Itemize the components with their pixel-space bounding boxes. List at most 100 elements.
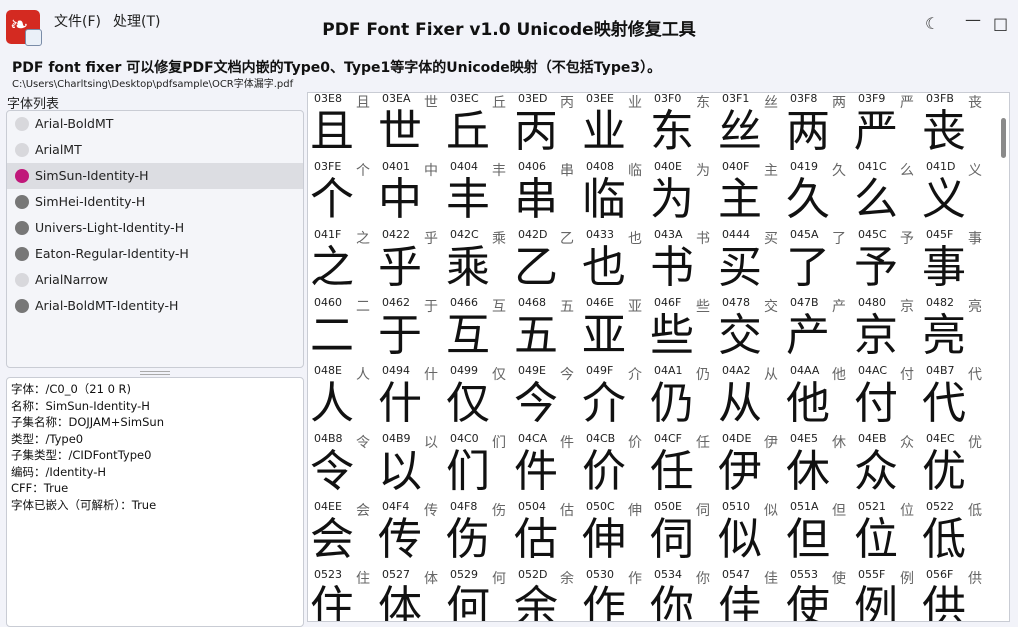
glyph-cell[interactable]: 0406 串串 — [512, 160, 580, 229]
glyph-cell[interactable]: 03F0 东东 — [648, 93, 716, 161]
glyph-cell[interactable]: 04B7 代代 — [920, 364, 988, 433]
font-list-item[interactable]: Eaton-Regular-Identity-H — [7, 241, 303, 267]
glyph-cell[interactable]: 03F1 丝丝 — [716, 93, 784, 161]
glyph-cell[interactable]: 045A 了了 — [784, 228, 852, 297]
font-list-item[interactable]: SimHei-Identity-H — [7, 189, 303, 215]
glyph-cell[interactable]: 0527 体体 — [376, 568, 444, 621]
glyph-cell[interactable]: 04A2 从从 — [716, 364, 784, 433]
font-list-item[interactable]: ArialNarrow — [7, 267, 303, 293]
glyph-cell[interactable]: 0466 互互 — [444, 296, 512, 365]
glyph-cell[interactable]: 04B9 以以 — [376, 432, 444, 501]
glyph-cell[interactable]: 04EE 会会 — [308, 500, 376, 569]
glyph-cell[interactable]: 049F 介介 — [580, 364, 648, 433]
glyph-cell[interactable]: 0530 作作 — [580, 568, 648, 621]
glyph-cell[interactable]: 04A1 仍仍 — [648, 364, 716, 433]
glyph-cell[interactable]: 041D 义义 — [920, 160, 988, 229]
glyph-cell[interactable]: 0462 于于 — [376, 296, 444, 365]
glyph-render: 丰 — [446, 174, 490, 225]
glyph-cell[interactable]: 03FE 个个 — [308, 160, 376, 229]
glyph-cell[interactable]: 0433 也也 — [580, 228, 648, 297]
glyph-cell[interactable]: 046E 亚亚 — [580, 296, 648, 365]
glyph-cell[interactable]: 0547 佳佳 — [716, 568, 784, 621]
glyph-cell[interactable]: 04CA 件件 — [512, 432, 580, 501]
glyph-cell[interactable]: 0444 买买 — [716, 228, 784, 297]
glyph-cell[interactable]: 03EA 世世 — [376, 93, 444, 161]
glyph-cell[interactable]: 0482 亮亮 — [920, 296, 988, 365]
glyph-cell[interactable]: 04EB 众众 — [852, 432, 920, 501]
glyph-cell[interactable]: 056F 供供 — [920, 568, 988, 621]
glyph-cell[interactable]: 03EC 丘丘 — [444, 93, 512, 161]
glyph-cell[interactable]: 0510 似似 — [716, 500, 784, 569]
glyph-cell[interactable]: 04AC 付付 — [852, 364, 920, 433]
glyph-cell[interactable]: 0522 低低 — [920, 500, 988, 569]
minimize-button[interactable]: — — [965, 10, 981, 29]
panel-splitter[interactable] — [140, 371, 170, 375]
glyph-cell[interactable]: 03F8 两两 — [784, 93, 852, 161]
theme-toggle-icon[interactable]: ☾ — [925, 14, 939, 33]
glyph-cell[interactable]: 04E5 休休 — [784, 432, 852, 501]
glyph-cell[interactable]: 0553 使使 — [784, 568, 852, 621]
glyph-grid[interactable]: 03E8 且且 03EA 世世 03EC 丘丘 03ED 丙丙 03EE 业业 03F0 东东 03F1… — [307, 92, 1010, 622]
font-list-item[interactable]: Arial-BoldMT — [7, 111, 303, 137]
glyph-cell[interactable]: 04EC 优优 — [920, 432, 988, 501]
glyph-cell[interactable]: 04F8 伤伤 — [444, 500, 512, 569]
glyph-cell[interactable]: 049E 今今 — [512, 364, 580, 433]
font-list[interactable]: Arial-BoldMT ArialMT SimSun-Identity-H SimH… — [6, 110, 304, 368]
font-list-item[interactable]: SimSun-Identity-H — [7, 163, 303, 189]
glyph-cell[interactable]: 04B8 令令 — [308, 432, 376, 501]
glyph-cell[interactable]: 055F 例例 — [852, 568, 920, 621]
glyph-cell[interactable]: 03ED 丙丙 — [512, 93, 580, 161]
glyph-cell[interactable]: 0468 五五 — [512, 296, 580, 365]
glyph-cell[interactable]: 0499 仅仅 — [444, 364, 512, 433]
glyph-cell[interactable]: 052D 余余 — [512, 568, 580, 621]
glyph-cell[interactable]: 0523 住住 — [308, 568, 376, 621]
glyph-cell[interactable]: 03EE 业业 — [580, 93, 648, 161]
glyph-cell[interactable]: 0404 丰丰 — [444, 160, 512, 229]
glyph-cell[interactable]: 045C 予予 — [852, 228, 920, 297]
glyph-cell[interactable]: 046F 些些 — [648, 296, 716, 365]
font-info-line: 编码：/Identity-H — [11, 464, 107, 479]
glyph-cell[interactable]: 04CF 任任 — [648, 432, 716, 501]
glyph-cell[interactable]: 0408 临临 — [580, 160, 648, 229]
glyph-cell[interactable]: 04CB 价价 — [580, 432, 648, 501]
glyph-cell[interactable]: 051A 但但 — [784, 500, 852, 569]
glyph-cell[interactable]: 050E 伺伺 — [648, 500, 716, 569]
glyph-cell[interactable]: 0480 京京 — [852, 296, 920, 365]
glyph-cell[interactable]: 043A 书书 — [648, 228, 716, 297]
glyph-cell[interactable]: 0529 何何 — [444, 568, 512, 621]
font-list-item[interactable]: ArialMT — [7, 137, 303, 163]
glyph-cell[interactable]: 04AA 他他 — [784, 364, 852, 433]
glyph-cell[interactable]: 0401 中中 — [376, 160, 444, 229]
glyph-cell[interactable]: 03E8 且且 — [308, 93, 376, 161]
glyph-cell[interactable]: 045F 事事 — [920, 228, 988, 297]
glyph-render: 严 — [854, 106, 898, 157]
glyph-render: 你 — [650, 582, 694, 622]
glyph-cell[interactable]: 0419 久久 — [784, 160, 852, 229]
maximize-button[interactable]: □ — [993, 14, 1008, 33]
glyph-cell[interactable]: 04DE 伊伊 — [716, 432, 784, 501]
glyph-cell[interactable]: 042C 乘乘 — [444, 228, 512, 297]
glyph-cell[interactable]: 0422 乎乎 — [376, 228, 444, 297]
glyph-cell[interactable]: 041C 么么 — [852, 160, 920, 229]
glyph-cell[interactable]: 042D 乙乙 — [512, 228, 580, 297]
glyph-cell[interactable]: 047B 产产 — [784, 296, 852, 365]
glyph-cell[interactable]: 0504 估估 — [512, 500, 580, 569]
glyph-cell[interactable]: 04C0 们们 — [444, 432, 512, 501]
glyph-cell[interactable]: 04F4 传传 — [376, 500, 444, 569]
font-status-dot-icon — [15, 143, 29, 157]
glyph-cell[interactable]: 041F 之之 — [308, 228, 376, 297]
font-list-item[interactable]: Univers-Light-Identity-H — [7, 215, 303, 241]
glyph-cell[interactable]: 0494 什什 — [376, 364, 444, 433]
glyph-cell[interactable]: 050C 伸伸 — [580, 500, 648, 569]
glyph-cell[interactable]: 040E 为为 — [648, 160, 716, 229]
glyph-cell[interactable]: 0534 你你 — [648, 568, 716, 622]
glyph-cell[interactable]: 0460 二二 — [308, 296, 376, 365]
glyph-cell[interactable]: 0521 位位 — [852, 500, 920, 569]
font-list-item[interactable]: Arial-BoldMT-Identity-H — [7, 293, 303, 319]
glyph-cell[interactable]: 0478 交交 — [716, 296, 784, 365]
glyph-cell[interactable]: 048E 人人 — [308, 364, 376, 433]
glyph-cell[interactable]: 03F9 严严 — [852, 93, 920, 161]
glyph-cell[interactable]: 03FB 丧丧 — [920, 93, 988, 161]
vertical-scrollbar[interactable] — [1001, 118, 1006, 158]
glyph-cell[interactable]: 040F 主主 — [716, 160, 784, 229]
